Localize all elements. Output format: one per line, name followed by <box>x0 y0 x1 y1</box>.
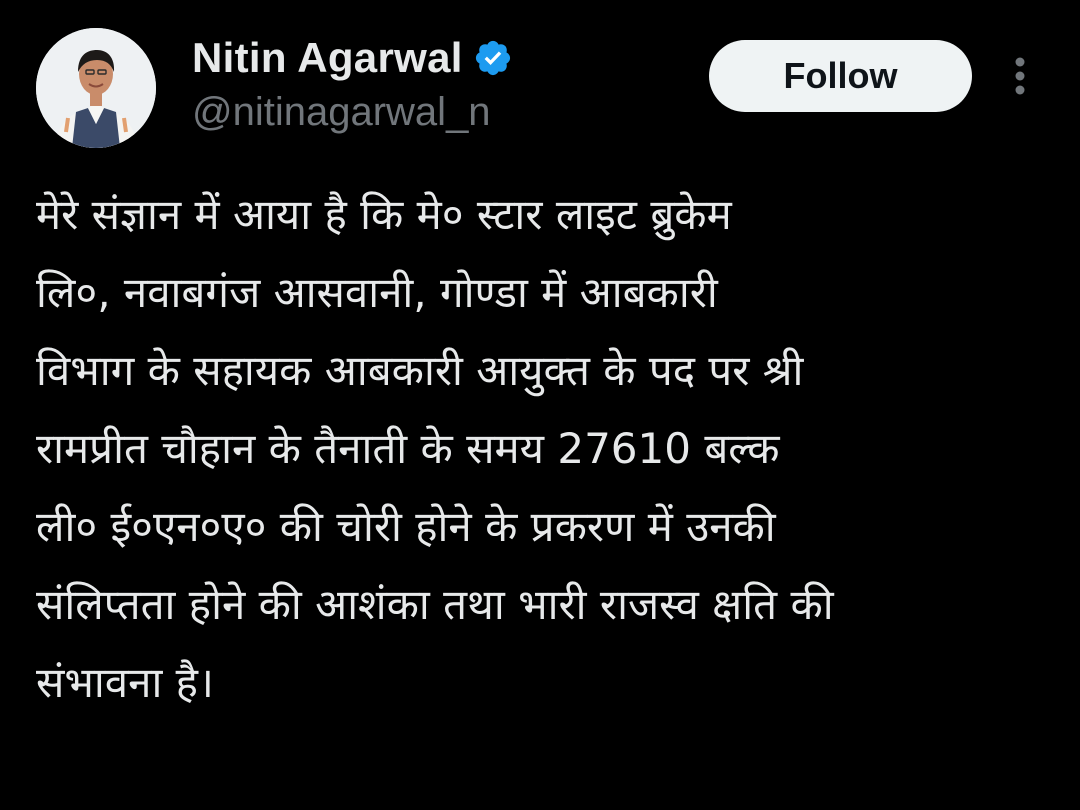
tweet-line: लि०, नवाबगंज आसवानी, गोण्डा में आबकारी <box>36 268 718 317</box>
tweet-line: संभावना है। <box>36 658 214 707</box>
more-options-button[interactable] <box>1000 52 1040 100</box>
verified-badge-icon <box>475 40 510 76</box>
author-display-name[interactable]: Nitin Agarwal <box>192 34 463 82</box>
person-avatar-photo-icon <box>36 28 156 148</box>
author-handle[interactable]: @nitinagarwal_n <box>192 90 491 135</box>
tweet-line: ली० ई०एन०ए० की चोरी होने के प्रकरण में उ… <box>36 502 776 551</box>
tweet-body: मेरे संज्ञान में आया है कि मे० स्टार लाइ… <box>36 176 1046 722</box>
author-name-row: Nitin Agarwal <box>192 34 513 82</box>
tweet-line: विभाग के सहायक आबकारी आयुक्त के पद पर श्… <box>36 346 804 395</box>
tweet-line: मेरे संज्ञान में आया है कि मे० स्टार लाइ… <box>36 190 732 239</box>
follow-button[interactable]: Follow <box>709 40 972 112</box>
tweet-header: Nitin Agarwal @nitinagarwal_n Follow <box>0 0 1080 150</box>
avatar[interactable] <box>36 28 156 148</box>
tweet-line: संलिप्तता होने की आशंका तथा भारी राजस्व … <box>36 580 834 629</box>
vertical-ellipsis-icon <box>1015 57 1025 95</box>
tweet-line: रामप्रीत चौहान के तैनाती के समय 27610 बल… <box>36 424 780 473</box>
